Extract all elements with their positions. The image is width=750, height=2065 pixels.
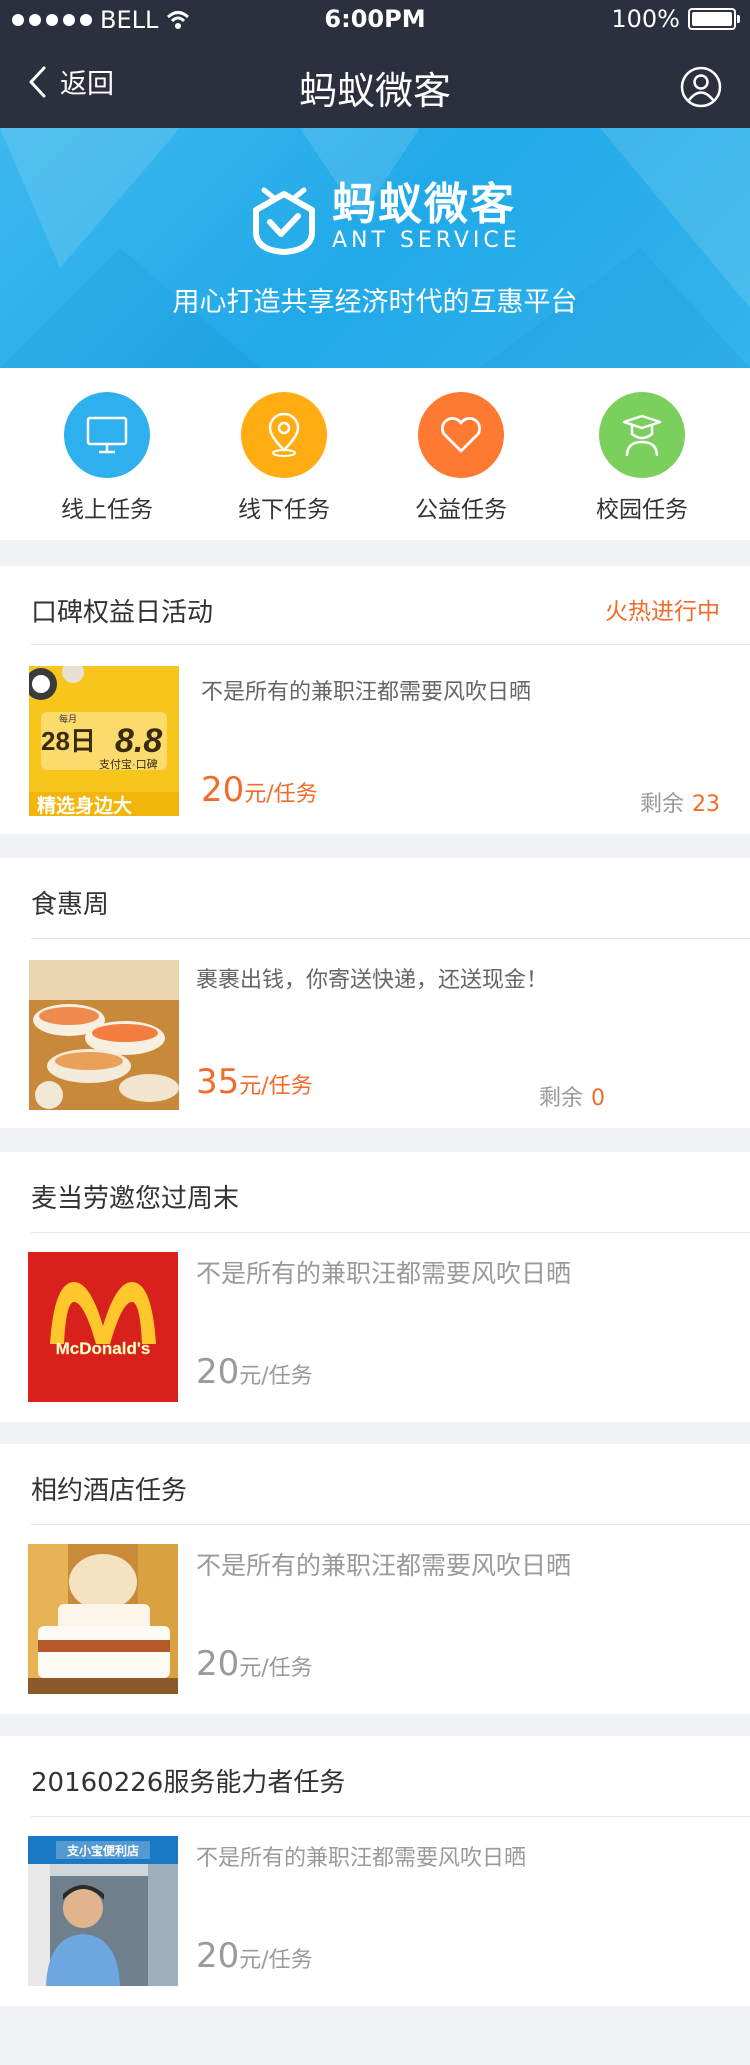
task-card[interactable]: 麦当劳邀您过周末 McDonald's 不是所有的兼职汪都需要风吹日晒 20元/… [0,1152,750,1422]
task-remaining: 剩余 0 [539,1086,606,1111]
profile-button[interactable] [680,66,722,112]
user-icon [680,66,722,108]
task-description: 裹裹出钱，你寄送快递，还送现金！ [196,968,549,993]
task-description: 不是所有的兼职汪都需要风吹日晒 [201,680,532,705]
task-thumbnail: 支小宝便利店 [28,1836,178,1986]
brand-logo: 蚂蚁微客 ANT SERVICE [250,180,521,256]
hotel-room-image [28,1544,178,1694]
task-title: 口碑权益日活动 [31,598,214,628]
status-bar: BELL 6:00PM 100% [0,0,750,40]
task-title: 相约酒店任务 [31,1476,188,1506]
category-label: 公益任务 [415,497,507,523]
sushi-photo-image [29,960,179,1110]
store-person-image: 支小宝便利店 [28,1836,178,1986]
task-title: 20160226服务能力者任务 [31,1768,346,1798]
card-divider [31,1232,750,1233]
hero-banner: 蚂蚁微客 ANT SERVICE 用心打造共享经济时代的互惠平台 [0,128,750,368]
svg-text:支小宝便利店: 支小宝便利店 [66,1843,139,1858]
task-status: 火热进行中 [605,599,720,625]
task-price: 20元/任务 [196,1936,313,1976]
task-description: 不是所有的兼职汪都需要风吹日晒 [196,1551,572,1580]
svg-text:28日: 28日 [41,726,96,756]
category-label: 线上任务 [61,497,153,523]
battery-icon [688,8,740,30]
card-divider [31,938,750,939]
svg-text:8.8: 8.8 [115,722,162,760]
category-circle [418,392,504,478]
category-online[interactable]: 线上任务 [27,392,187,524]
task-thumbnail [28,1544,178,1694]
task-thumbnail: McDonald's [28,1252,178,1402]
task-card[interactable]: 口碑权益日活动 火热进行中 每月 28日 8.8 支付宝·口碑 精选身边大 不是… [0,566,750,834]
task-card[interactable]: 食惠周 裹裹出钱，你寄送快递，还送现金！ 35元/任务 剩余 0 [0,858,750,1128]
koubei-promo-image: 每月 28日 8.8 支付宝·口碑 精选身边大 [29,666,179,816]
category-label: 线下任务 [238,497,330,523]
battery-percent: 100% [611,5,680,33]
svg-text:每月: 每月 [59,713,77,724]
banner-slogan: 用心打造共享经济时代的互惠平台 [172,287,578,318]
category-circle [64,392,150,478]
page-title: 蚂蚁微客 [298,69,451,113]
category-offline[interactable]: 线下任务 [204,392,364,524]
nav-bar: 返回 蚂蚁微客 [0,40,750,128]
monitor-icon [86,416,128,454]
location-pin-icon [268,412,300,457]
task-description: 不是所有的兼职汪都需要风吹日晒 [196,1846,527,1871]
mcdonalds-logo-image: McDonald's [28,1252,178,1402]
task-thumbnail: 每月 28日 8.8 支付宝·口碑 精选身边大 [29,666,179,816]
graduate-icon [622,414,662,457]
logo-name: 蚂蚁微客 [332,179,516,230]
task-price: 20元/任务 [196,1352,313,1392]
category-label: 校园任务 [596,497,688,523]
category-grid: 线上任务 线下任务 公益任务 校园任务 [0,368,750,540]
battery-group: 100% [611,5,740,33]
card-divider [31,1524,750,1525]
category-circle [599,392,685,478]
task-price: 20元/任务 [201,770,318,810]
logo-tagline: ANT SERVICE [332,228,521,253]
task-price: 35元/任务 [196,1062,313,1102]
task-title: 麦当劳邀您过周末 [31,1184,240,1214]
category-charity[interactable]: 公益任务 [381,392,541,524]
task-title: 食惠周 [31,890,110,920]
card-divider [31,1816,750,1817]
category-circle [241,392,327,478]
task-price: 20元/任务 [196,1644,313,1684]
svg-text:支付宝·口碑: 支付宝·口碑 [99,757,158,771]
task-card[interactable]: 相约酒店任务 不是所有的兼职汪都需要风吹日晒 20元/任务 [0,1444,750,1714]
category-campus[interactable]: 校园任务 [562,392,722,524]
svg-text:精选身边大: 精选身边大 [37,794,132,816]
card-divider [31,644,750,645]
task-remaining: 剩余 23 [639,792,720,817]
task-description: 不是所有的兼职汪都需要风吹日晒 [196,1259,572,1288]
task-thumbnail [29,960,179,1110]
heart-icon [440,416,482,453]
task-card[interactable]: 20160226服务能力者任务 支小宝便利店 不是所有的兼职汪都需要风吹日晒 2… [0,1736,750,2006]
ant-logo-icon [253,187,315,255]
svg-text:McDonald's: McDonald's [56,1339,151,1358]
